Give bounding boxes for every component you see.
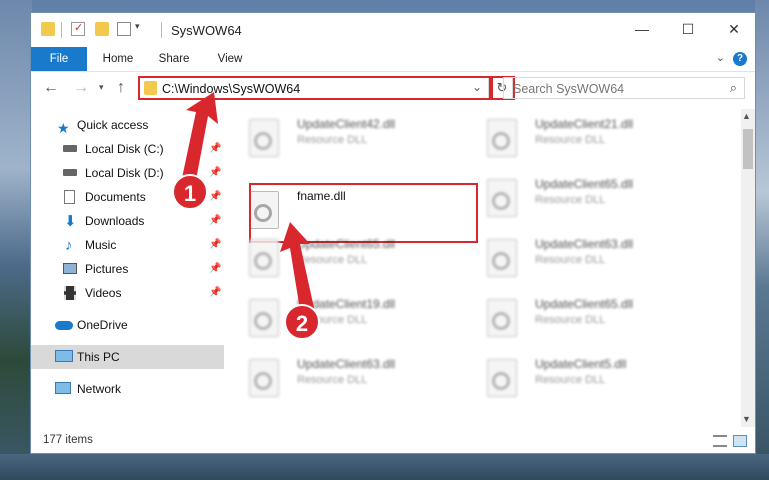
step-1-badge: 1 [172, 174, 208, 210]
arrow-2 [280, 222, 314, 310]
arrow-1 [182, 92, 218, 180]
annotation-overlay [182, 92, 314, 310]
step-2-badge: 2 [284, 304, 320, 340]
